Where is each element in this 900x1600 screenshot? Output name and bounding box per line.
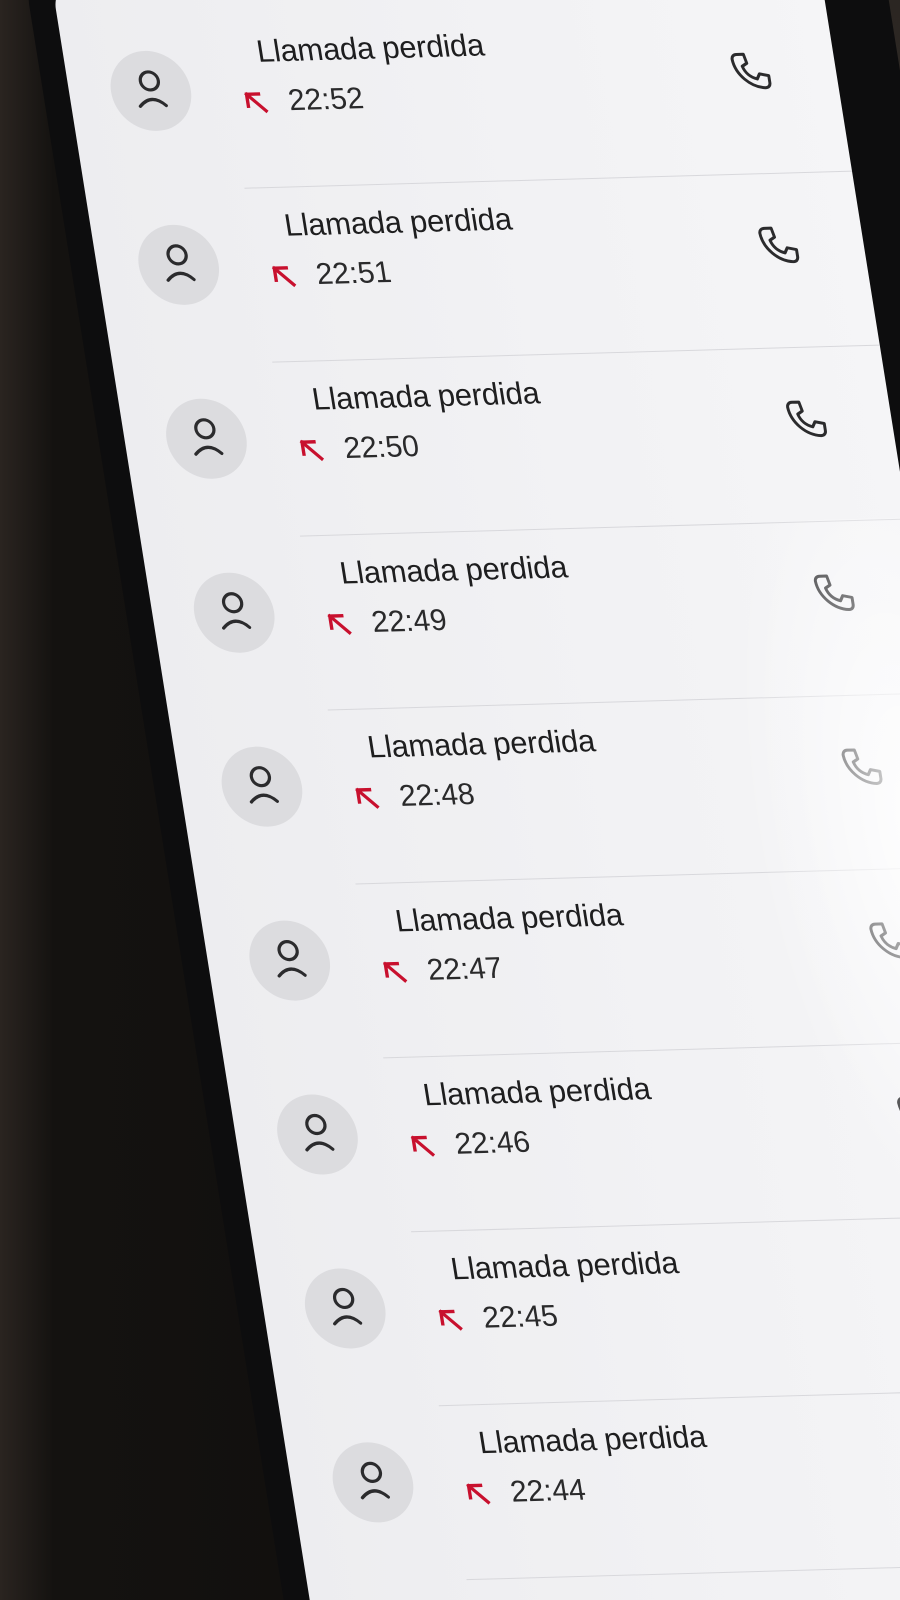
- call-log-entry[interactable]: Llamada perdida 22:51: [85, 172, 880, 367]
- person-icon: [243, 919, 336, 1002]
- person-icon: [215, 745, 309, 828]
- call-time: 22:50: [341, 429, 422, 465]
- call-time: 22:44: [507, 1473, 588, 1509]
- call-time: 22:47: [424, 951, 505, 987]
- call-label: Llamada perdida: [364, 723, 598, 765]
- missed-call-arrow-icon: [410, 1135, 436, 1157]
- call-time: 22:48: [396, 777, 477, 813]
- call-log-entry[interactable]: Llamada perdida 22:49: [141, 520, 900, 715]
- person-icon: [299, 1267, 392, 1350]
- call-log-entry[interactable]: Llamada perdida 22:45: [252, 1215, 900, 1410]
- person-icon: [160, 397, 253, 480]
- call-log-entry[interactable]: Llamada perdida 22:44: [280, 1389, 900, 1584]
- call-log-entry[interactable]: Llamada perdida 22:50: [113, 346, 900, 541]
- call-log-entry[interactable]: Llamada perdida 22:46: [224, 1041, 900, 1236]
- person-icon: [132, 223, 225, 306]
- call-label: Llamada perdida: [337, 549, 570, 591]
- call-log-entry[interactable]: Llamada perdida 22:48: [168, 693, 900, 888]
- photo-scene: Llamada perdida 22:52 Llamada perdida 22…: [0, 0, 900, 1600]
- person-icon: [326, 1441, 420, 1524]
- missed-call-arrow-icon: [299, 439, 325, 462]
- phone-screen: Llamada perdida 22:52 Llamada perdida 22…: [51, 0, 900, 1600]
- call-label: Llamada perdida: [420, 1071, 654, 1113]
- phone-icon[interactable]: [722, 45, 780, 96]
- phone-icon[interactable]: [750, 219, 808, 270]
- call-log-entry[interactable]: Llamada perdida 22:47: [196, 867, 900, 1062]
- phone-icon[interactable]: [889, 1089, 900, 1140]
- call-time: 22:45: [480, 1299, 561, 1335]
- missed-call-arrow-icon: [271, 265, 297, 288]
- missed-call-arrow-icon: [466, 1483, 491, 1505]
- call-time: 22:51: [313, 255, 394, 292]
- person-icon: [187, 571, 281, 654]
- missed-call-arrow-icon: [382, 961, 408, 983]
- call-label: Llamada perdida: [281, 201, 515, 243]
- call-label: Llamada perdida: [309, 375, 542, 417]
- row-divider: [466, 1561, 900, 1581]
- missed-call-arrow-icon: [327, 613, 352, 635]
- phone-icon[interactable]: [833, 741, 891, 792]
- call-label: Llamada perdida: [392, 897, 626, 939]
- missed-call-arrow-icon: [355, 787, 380, 809]
- person-icon: [104, 49, 198, 133]
- call-time: 22:49: [369, 603, 450, 639]
- phone-frame: Llamada perdida 22:52 Llamada perdida 22…: [22, 0, 900, 1600]
- call-time: 22:46: [452, 1125, 533, 1161]
- phone-icon[interactable]: [861, 915, 900, 966]
- missed-call-arrow-icon: [438, 1309, 463, 1331]
- call-log-entry[interactable]: Llamada perdida 22:52: [57, 0, 853, 193]
- call-label: Llamada perdida: [475, 1418, 709, 1461]
- call-label: Llamada perdida: [448, 1244, 681, 1287]
- call-label: Llamada perdida: [253, 27, 487, 69]
- missed-call-arrow-icon: [244, 91, 269, 114]
- phone-icon[interactable]: [778, 393, 836, 444]
- person-icon: [271, 1093, 364, 1176]
- call-time: 22:52: [285, 82, 366, 118]
- phone-icon[interactable]: [805, 567, 863, 618]
- call-log-list: Llamada perdida 22:52 Llamada perdida 22…: [57, 0, 900, 1585]
